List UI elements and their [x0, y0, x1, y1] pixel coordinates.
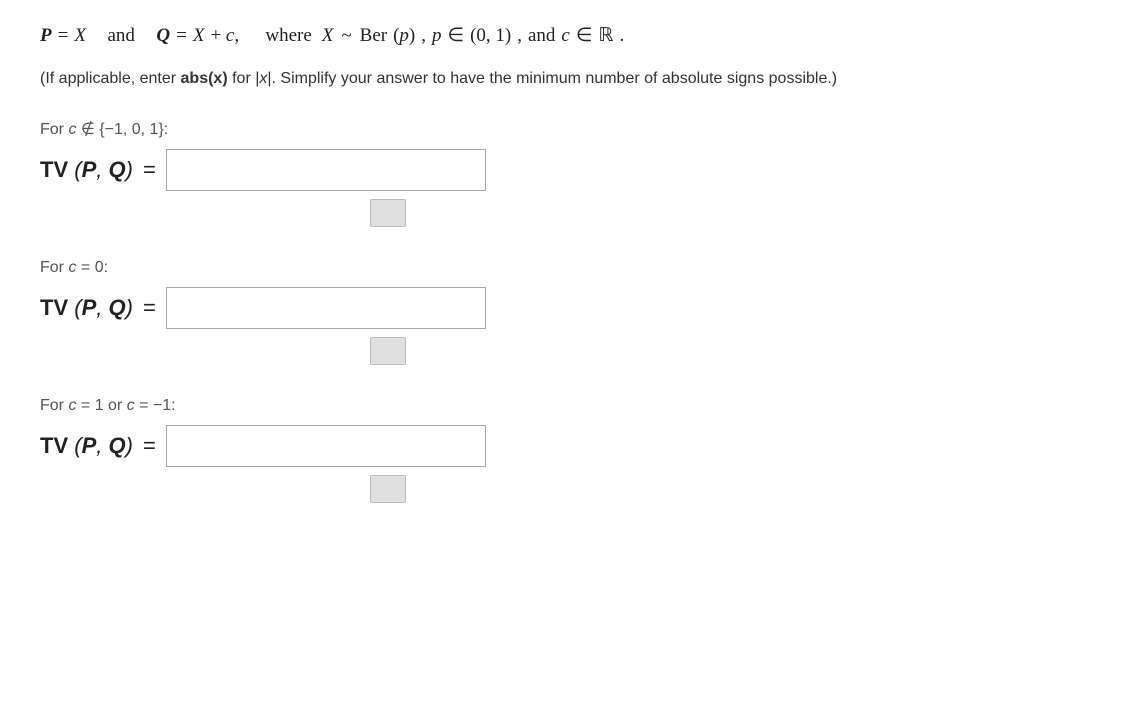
where-label: where [265, 25, 311, 47]
sim-symbol: ~ [341, 25, 351, 47]
tv-label-1: TV (P, Q) [40, 157, 133, 183]
reals-label: ℝ [598, 24, 613, 47]
tv-label-3: TV (P, Q) [40, 433, 133, 459]
plus-c: + c, [210, 25, 239, 47]
x1-label: X [74, 25, 86, 47]
c-var: c [561, 25, 569, 47]
tv-row-2: TV (P, Q) = [40, 287, 1090, 329]
case-section-2: For c = 0: TV (P, Q) = [40, 259, 1090, 365]
tv-subrow-3 [40, 475, 1090, 503]
answer-input-1[interactable] [166, 149, 486, 191]
comma-2: , [517, 25, 522, 47]
tv-subrow-1 [40, 199, 1090, 227]
header-equation: P = X and Q = X + c, where X ~ Ber (p) ,… [40, 24, 1090, 47]
equals-tv-1: = [143, 157, 156, 183]
ber-label: Ber [360, 25, 387, 47]
answer-input-2[interactable] [166, 287, 486, 329]
in-sym-1: ∈ [448, 24, 465, 47]
answer-input-3[interactable] [166, 425, 486, 467]
and2-label: and [528, 25, 555, 47]
tv-subrow-2 [40, 337, 1090, 365]
p-label: P [40, 25, 52, 47]
interval-label: (0, 1) [470, 25, 511, 47]
x3-label: X [322, 25, 334, 47]
instruction-prefix: (If applicable, enter [40, 70, 181, 87]
case-label-3: For c = 1 or c = −1: [40, 397, 1090, 415]
equals-1: = [58, 25, 69, 47]
tv-row-1: TV (P, Q) = [40, 149, 1090, 191]
case-section-1: For c ∉ {−1, 0, 1}: TV (P, Q) = [40, 119, 1090, 227]
abs-bold: abs(x) [181, 70, 228, 87]
tv-row-3: TV (P, Q) = [40, 425, 1090, 467]
in-sym-2: ∈ [576, 24, 593, 47]
case-label-1: For c ∉ {−1, 0, 1}: [40, 119, 1090, 139]
instruction-text: (If applicable, enter abs(x) for |x|. Si… [40, 67, 860, 91]
x2-label: X [193, 25, 205, 47]
p-var: p [432, 25, 442, 47]
period: . [619, 25, 624, 47]
equals-tv-3: = [143, 433, 156, 459]
submit-button-3[interactable] [370, 475, 406, 503]
comma-1: , [421, 25, 426, 47]
tv-label-2: TV (P, Q) [40, 295, 133, 321]
p-arg: (p) [393, 25, 415, 47]
instruction-for: for |x|. Simplify your answer to have th… [228, 70, 837, 87]
case-section-3: For c = 1 or c = −1: TV (P, Q) = [40, 397, 1090, 503]
submit-button-2[interactable] [370, 337, 406, 365]
equals-tv-2: = [143, 295, 156, 321]
q-label: Q [156, 25, 170, 47]
case-label-2: For c = 0: [40, 259, 1090, 277]
submit-button-1[interactable] [370, 199, 406, 227]
and-label: and [107, 25, 134, 47]
equals-2: = [176, 25, 187, 47]
